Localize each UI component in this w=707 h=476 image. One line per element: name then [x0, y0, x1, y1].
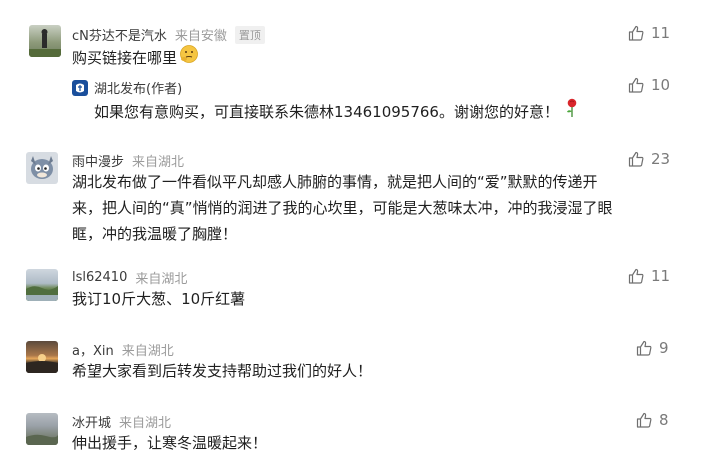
reply-like-button[interactable]: 10 [628, 76, 670, 94]
location-label: 来自安徽 [174, 29, 227, 44]
comment-meta: 冰开城 来自湖北 [72, 412, 171, 431]
avatar[interactable] [26, 152, 58, 184]
like-count: 11 [651, 24, 671, 42]
rose-emoji-icon [565, 98, 579, 126]
comment-item: lsl62410 来自湖北 我订10斤大葱、10斤红薯 11 [0, 262, 707, 322]
like-button[interactable]: 11 [628, 267, 670, 285]
location-label: 来自湖北 [132, 155, 185, 170]
username[interactable]: lsl62410 [72, 270, 127, 285]
avatar-image [26, 354, 58, 373]
comment-text-line: 眶，冲的我温暖了胸膛！ [72, 225, 238, 243]
comment-item: 雨中漫步 来自湖北 湖北发布做了一件看似平凡却感人肺腑的事情，就是把人间的“爱”… [0, 145, 707, 255]
location-label: 来自湖北 [121, 344, 174, 359]
comment-text: 伸出援手，让寒冬温暖起来！ [72, 434, 268, 452]
username[interactable]: 冰开城 [72, 412, 111, 431]
like-count: 23 [651, 150, 671, 168]
reply-text-row: 如果您有意购买，可直接联系朱德林13461095766。谢谢您的好意！ [94, 98, 579, 126]
like-button[interactable]: 23 [628, 150, 670, 168]
reply-text: 如果您有意购买，可直接联系朱德林13461095766。谢谢您的好意！ [94, 103, 559, 121]
thumbs-up-icon [628, 25, 644, 41]
reply-author[interactable]: 湖北发布(作者) [94, 78, 182, 97]
location-label: 来自湖北 [119, 416, 172, 431]
location-label: 来自湖北 [135, 272, 188, 287]
reply-meta: 湖北发布(作者) [94, 78, 182, 97]
avatar-image [26, 434, 58, 445]
avatar-image [31, 156, 53, 179]
avatar[interactable] [26, 413, 58, 445]
avatar[interactable] [26, 269, 58, 301]
avatar-image [26, 286, 58, 301]
comment-text-row: 购买链接在哪里 [72, 44, 199, 72]
author-reply: 湖北发布(作者) 如果您有意购买，可直接联系朱德林13461095766。谢谢您… [68, 74, 688, 130]
comment-text: 湖北发布做了一件看似平凡却感人肺腑的事情，就是把人间的“爱”默默的传递开 来，把… [72, 169, 652, 247]
hubei-fabu-logo-icon [76, 83, 84, 93]
like-button[interactable]: 8 [636, 411, 669, 429]
thumbs-up-icon [628, 77, 644, 93]
like-button[interactable]: 11 [628, 24, 670, 42]
username[interactable]: a，Xin [72, 340, 114, 359]
avatar[interactable] [26, 341, 58, 373]
comment-text-line: 湖北发布做了一件看似平凡却感人肺腑的事情，就是把人间的“爱”默默的传递开 [72, 173, 598, 191]
pinned-badge: 置顶 [234, 25, 265, 44]
like-count: 8 [659, 411, 669, 429]
comment-item: 冰开城 来自湖北 伸出援手，让寒冬温暖起来！ 8 [0, 406, 707, 476]
comment-text: 希望大家看到后转发支持帮助过我们的好人！ [72, 362, 373, 380]
comment-meta: a，Xin 来自湖北 [72, 340, 174, 359]
comment-text-line: 来，把人间的“真”悄悄的润进了我的心坎里，可能是大葱味太冲，冲的我浸湿了眼 [72, 199, 613, 217]
comment-text: 购买链接在哪里 [72, 49, 178, 67]
author-avatar[interactable] [72, 80, 88, 96]
comment-meta: 雨中漫步 来自湖北 [72, 151, 184, 170]
thumbs-up-icon [636, 412, 652, 428]
like-count: 9 [659, 339, 669, 357]
username[interactable]: 雨中漫步 [72, 151, 124, 170]
thinking-emoji-icon [179, 44, 199, 72]
like-count: 11 [651, 267, 671, 285]
comment-text: 我订10斤大葱、10斤红薯 [72, 290, 246, 308]
comment-item: cN芬达不是汽水 来自安徽 置顶 购买链接在哪里 11 湖北发布(作者) 如果您… [0, 0, 707, 150]
like-button[interactable]: 9 [636, 339, 669, 357]
avatar[interactable] [29, 25, 61, 57]
thumbs-up-icon [628, 151, 644, 167]
avatar-image [29, 29, 61, 57]
thumbs-up-icon [628, 268, 644, 284]
like-count: 10 [651, 76, 671, 94]
username[interactable]: cN芬达不是汽水 [72, 25, 167, 44]
comment-item: a，Xin 来自湖北 希望大家看到后转发支持帮助过我们的好人！ 9 [0, 334, 707, 394]
thumbs-up-icon [636, 340, 652, 356]
comment-meta: cN芬达不是汽水 来自安徽 置顶 [72, 25, 265, 44]
comment-meta: lsl62410 来自湖北 [72, 268, 187, 287]
